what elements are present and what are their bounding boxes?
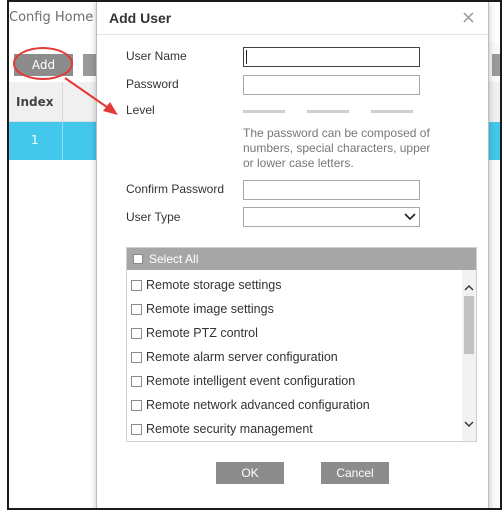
permission-item[interactable]: Remote PTZ control <box>131 324 461 344</box>
permission-checkbox[interactable] <box>131 304 142 315</box>
screenshot-frame: Config Home Add Index 1 Add User × User … <box>7 0 502 510</box>
chevron-down-icon[interactable] <box>464 420 474 428</box>
table-row[interactable]: 1 <box>9 122 99 160</box>
chevron-up-icon[interactable] <box>464 284 474 292</box>
table-row[interactable] <box>489 122 500 160</box>
user-type-label: User Type <box>126 210 181 224</box>
level-label: Level <box>126 103 155 117</box>
password-label: Password <box>126 77 179 91</box>
user-name-input[interactable] <box>243 47 420 67</box>
permission-item[interactable]: Remote image settings <box>131 300 461 320</box>
permission-checkbox[interactable] <box>131 376 142 387</box>
confirm-password-label: Confirm Password <box>126 182 225 196</box>
strength-bar-medium <box>307 110 349 113</box>
title-divider <box>97 34 488 35</box>
permission-item[interactable]: Remote intelligent event configuration <box>131 372 461 392</box>
strength-bar-weak <box>243 110 285 113</box>
scrollbar-thumb[interactable] <box>464 296 474 354</box>
highlight-ellipse <box>13 47 73 80</box>
permission-checkbox[interactable] <box>131 352 142 363</box>
permission-label: Remote image settings <box>146 302 274 316</box>
chevron-down-icon <box>404 213 416 221</box>
permission-item[interactable]: Remote security management <box>131 420 461 440</box>
permission-item[interactable]: Remote network advanced configuration <box>131 396 461 416</box>
close-icon[interactable]: × <box>461 7 476 28</box>
user-name-label: User Name <box>126 49 187 63</box>
dialog-title: Add User <box>109 10 172 26</box>
permission-item[interactable]: Remote storage settings <box>131 276 461 296</box>
toolbar-button[interactable] <box>492 54 500 76</box>
column-divider <box>62 82 63 122</box>
permission-checkbox[interactable] <box>131 424 142 435</box>
password-input[interactable] <box>243 75 420 95</box>
breadcrumb[interactable]: Config Home <box>9 10 93 30</box>
table-header: Index <box>9 82 99 122</box>
select-all-checkbox[interactable] <box>133 254 143 264</box>
strength-bar-strong <box>371 110 413 113</box>
cancel-button[interactable]: Cancel <box>321 462 389 484</box>
index-cell: 1 <box>31 133 39 147</box>
password-hint: The password can be composed of numbers,… <box>243 126 431 170</box>
toolbar-button[interactable] <box>83 54 97 76</box>
permissions-list: Select All Remote storage settings Remot… <box>126 247 477 442</box>
permission-label: Remote intelligent event configuration <box>146 374 356 388</box>
confirm-password-input[interactable] <box>243 180 420 200</box>
permission-label: Remote security management <box>146 422 313 436</box>
select-all-row[interactable]: Select All <box>127 248 476 270</box>
permission-label: Remote network advanced configuration <box>146 398 370 412</box>
table-header <box>489 82 500 122</box>
select-all-label: Select All <box>149 252 199 266</box>
column-divider <box>62 122 63 160</box>
index-column-header: Index <box>16 95 54 109</box>
permission-label: Remote PTZ control <box>146 326 258 340</box>
add-user-dialog: Add User × User Name Password Level The … <box>96 2 489 508</box>
permission-checkbox[interactable] <box>131 400 142 411</box>
permission-label: Remote storage settings <box>146 278 282 292</box>
ok-button[interactable]: OK <box>216 462 284 484</box>
user-type-select[interactable] <box>243 207 420 227</box>
permission-checkbox[interactable] <box>131 280 142 291</box>
text-caret <box>246 50 247 64</box>
permission-checkbox[interactable] <box>131 328 142 339</box>
permission-label: Remote alarm server configuration <box>146 350 338 364</box>
permission-item[interactable]: Remote alarm server configuration <box>131 348 461 368</box>
